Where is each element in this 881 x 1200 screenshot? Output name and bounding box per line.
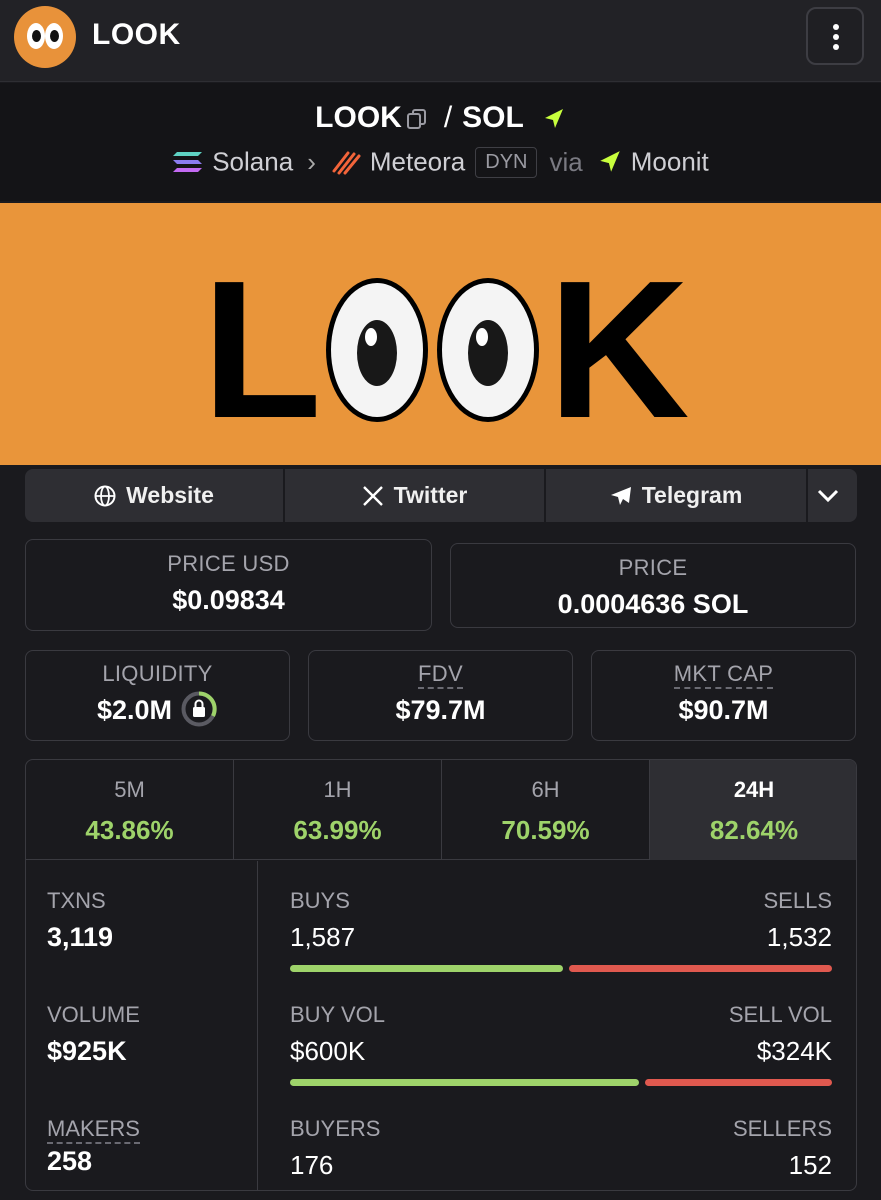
tab-24h[interactable]: 24H 82.64% xyxy=(650,760,856,860)
telegram-label: Telegram xyxy=(641,482,743,508)
solana-icon xyxy=(173,152,203,173)
buys-bar-fill xyxy=(290,965,563,972)
meteora-icon xyxy=(332,151,361,175)
liquidity-card: LIQUIDITY $2.0M xyxy=(25,650,290,741)
telegram-link[interactable]: Telegram xyxy=(546,469,808,522)
token-logo-icon[interactable] xyxy=(14,6,76,68)
sellers-label: SELLERS xyxy=(732,1116,832,1141)
x-logo-icon xyxy=(362,485,383,506)
price-usd-label: PRICE USD xyxy=(167,551,290,576)
price-native-label: PRICE xyxy=(618,555,688,580)
sell-vol-value: $324K xyxy=(756,1036,832,1066)
launchpad-name[interactable]: Moonit xyxy=(631,147,709,177)
tab-change: 82.64% xyxy=(709,815,799,845)
twitter-label: Twitter xyxy=(393,482,468,508)
moonit-arrow-icon xyxy=(544,109,563,129)
fdv-card: FDV $79.7M xyxy=(308,650,573,741)
volume-split-row: BUY VOL SELL VOL $600K $324K xyxy=(290,1002,832,1086)
tab-6h[interactable]: 6H 70.59% xyxy=(442,760,650,860)
brand-title[interactable]: LOOK xyxy=(92,18,181,52)
sell-vol-bar-fill xyxy=(644,1079,832,1086)
sells-label: SELLS xyxy=(763,888,833,913)
volume-stat: VOLUME $925K xyxy=(47,1002,140,1067)
social-links-bar: Website Twitter Telegram xyxy=(25,469,857,522)
tab-5m[interactable]: 5M 43.86% xyxy=(26,760,234,860)
sells-bar-fill xyxy=(568,965,832,972)
banner-eye-left-icon xyxy=(326,278,428,422)
makers-stat: MAKERS 258 xyxy=(47,1116,140,1177)
market-cap-value: $90.7M xyxy=(678,695,769,725)
twitter-link[interactable]: Twitter xyxy=(285,469,546,522)
tab-change: 63.99% xyxy=(293,815,382,845)
website-label: Website xyxy=(126,482,214,508)
txns-label: TXNS xyxy=(47,888,106,913)
buyers-sellers-row: BUYERS SELLERS 176 152 xyxy=(290,1116,832,1181)
banner-letter-l: L xyxy=(202,240,322,459)
price-native-value: 0.0004636 SOL xyxy=(557,589,749,619)
tab-label: 1H xyxy=(323,777,352,802)
pair-title: LOOK / SOL xyxy=(0,101,881,135)
fdv-value: $79.7M xyxy=(395,695,486,725)
stats-panel: 5M 43.86% 1H 63.99% 6H 70.59% 24H 82.64%… xyxy=(25,759,857,1191)
tab-label: 6H xyxy=(531,777,560,802)
banner-letter-k: K xyxy=(548,240,690,459)
liquidity-value: $2.0M xyxy=(96,695,173,725)
tab-1h[interactable]: 1H 63.99% xyxy=(234,760,442,860)
buys-sells-row: BUYS SELLS 1,587 1,532 xyxy=(290,888,832,972)
market-cap-card: MKT CAP $90.7M xyxy=(591,650,856,741)
price-usd-value: $0.09834 xyxy=(172,585,285,615)
buyers-value: 176 xyxy=(290,1150,334,1180)
buys-label: BUYS xyxy=(290,888,350,913)
price-usd-card: PRICE USD $0.09834 xyxy=(25,539,432,631)
chain-name[interactable]: Solana xyxy=(212,147,293,177)
token-banner: L K xyxy=(0,203,881,465)
sells-value: 1,532 xyxy=(766,922,832,952)
fdv-label[interactable]: FDV xyxy=(418,661,463,689)
tab-label: 5M xyxy=(114,777,145,802)
telegram-icon xyxy=(610,486,631,505)
via-label: via xyxy=(549,146,583,177)
kebab-menu-button[interactable] xyxy=(806,7,864,65)
buyers-label: BUYERS xyxy=(290,1116,381,1141)
txns-value: 3,119 xyxy=(47,922,114,952)
buy-vol-bar-fill xyxy=(290,1079,639,1086)
dex-name[interactable]: Meteora xyxy=(370,147,465,177)
tab-change: 43.86% xyxy=(85,815,174,845)
tab-change: 70.59% xyxy=(501,815,590,845)
volume-value: $925K xyxy=(47,1036,127,1066)
makers-label[interactable]: MAKERS xyxy=(47,1116,140,1144)
timeframe-tabs: 5M 43.86% 1H 63.99% 6H 70.59% 24H 82.64% xyxy=(26,760,856,860)
base-symbol: LOOK xyxy=(315,101,402,134)
sellers-value: 152 xyxy=(788,1150,832,1180)
buys-sells-bar xyxy=(290,965,832,972)
tab-label: 24H xyxy=(733,777,775,802)
buy-vol-value: $600K xyxy=(290,1036,366,1066)
volume-split-bar xyxy=(290,1079,832,1086)
banner-eye-right-icon xyxy=(437,278,539,422)
expand-links-button[interactable] xyxy=(808,469,857,522)
moonit-icon xyxy=(599,151,620,172)
liquidity-label: LIQUIDITY xyxy=(102,661,213,686)
chevron-right-icon: › xyxy=(307,146,316,177)
pair-header: LOOK / SOL Solana › Meteora DYN via Moonit xyxy=(0,83,881,201)
chevron-down-icon xyxy=(817,489,838,502)
liquidity-lock-icon[interactable] xyxy=(180,690,218,728)
makers-value: 258 xyxy=(47,1146,93,1176)
globe-icon xyxy=(94,485,116,506)
price-native-card: PRICE 0.0004636 SOL xyxy=(450,543,856,628)
txns-stat: TXNS 3,119 xyxy=(47,888,113,953)
sell-vol-label: SELL VOL xyxy=(728,1002,832,1027)
chain-breadcrumb: Solana › Meteora DYN via Moonit xyxy=(0,145,881,178)
quote-symbol: SOL xyxy=(462,101,524,134)
buy-vol-label: BUY VOL xyxy=(290,1002,385,1027)
volume-label: VOLUME xyxy=(47,1002,140,1027)
pair-separator: / xyxy=(443,101,453,134)
pool-type-badge: DYN xyxy=(475,146,538,178)
website-link[interactable]: Website xyxy=(25,469,285,522)
totals-column: TXNS 3,119 VOLUME $925K MAKERS 258 xyxy=(26,861,258,1190)
top-bar: LOOK xyxy=(0,0,881,82)
copy-icon[interactable] xyxy=(406,108,428,130)
market-cap-label[interactable]: MKT CAP xyxy=(673,661,774,689)
buys-value: 1,587 xyxy=(290,922,356,952)
